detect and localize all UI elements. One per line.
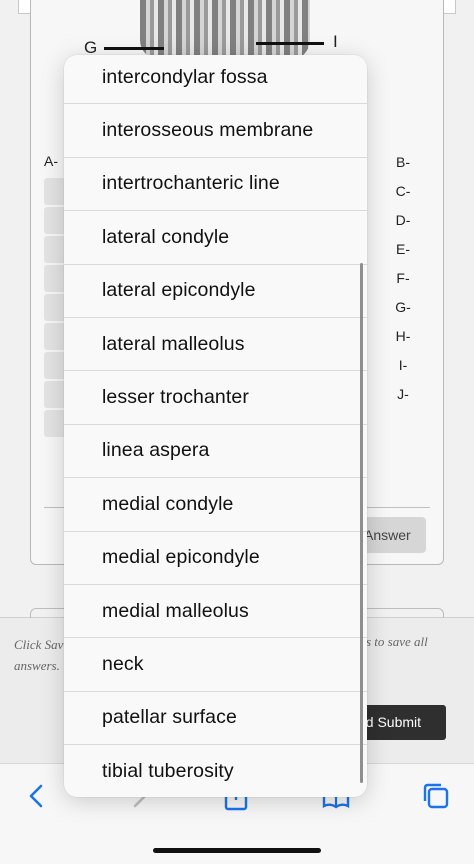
options-list: intercondylar fossa interosseous membran… bbox=[64, 55, 367, 797]
option-neck[interactable]: neck bbox=[64, 638, 367, 692]
figure-pointer-line bbox=[256, 42, 324, 45]
match-letter: H- bbox=[395, 328, 411, 344]
match-letter: J- bbox=[397, 386, 409, 402]
option-medial-malleolus[interactable]: medial malleolus bbox=[64, 585, 367, 639]
answer-dropdown-stack[interactable] bbox=[44, 178, 66, 439]
match-letters-right: B- C- D- E- F- G- H- I- J- bbox=[388, 152, 418, 413]
option-medial-condyle[interactable]: medial condyle bbox=[64, 478, 367, 532]
match-letter: F- bbox=[396, 270, 410, 286]
answer-dropdown[interactable] bbox=[44, 323, 66, 350]
home-indicator bbox=[153, 848, 321, 853]
figure-label-i: I bbox=[333, 32, 338, 51]
answer-dropdown[interactable] bbox=[44, 178, 66, 205]
save-instructions-tail: s to save all bbox=[366, 634, 428, 649]
option-medial-epicondyle[interactable]: medial epicondyle bbox=[64, 532, 367, 585]
figure-pointer-line bbox=[104, 47, 164, 50]
option-lateral-epicondyle[interactable]: lateral epicondyle bbox=[64, 265, 367, 318]
back-icon[interactable] bbox=[22, 780, 54, 812]
match-letter: D- bbox=[395, 212, 411, 228]
answer-dropdown[interactable] bbox=[44, 207, 66, 234]
answer-dropdown[interactable] bbox=[44, 352, 66, 379]
answer-dropdown[interactable] bbox=[44, 294, 66, 321]
dropdown-scrollbar[interactable] bbox=[360, 263, 363, 783]
option-interosseous-membrane[interactable]: interosseous membrane bbox=[64, 104, 367, 158]
bone-figure-image bbox=[140, 0, 310, 60]
match-letter: B- bbox=[396, 154, 410, 170]
answer-dropdown[interactable] bbox=[44, 381, 66, 408]
match-letter: E- bbox=[396, 241, 410, 257]
match-letter-a: A- bbox=[44, 153, 58, 169]
option-linea-aspera[interactable]: linea aspera bbox=[64, 425, 367, 479]
match-letter: I- bbox=[398, 357, 408, 373]
match-letter: G- bbox=[395, 299, 411, 315]
option-lateral-condyle[interactable]: lateral condyle bbox=[64, 211, 367, 265]
option-tibial-tuberosity[interactable]: tibial tuberosity bbox=[64, 745, 367, 797]
option-lesser-trochanter[interactable]: lesser trochanter bbox=[64, 371, 367, 425]
tabs-icon[interactable] bbox=[420, 780, 452, 812]
match-letter: C- bbox=[395, 183, 411, 199]
answer-dropdown[interactable] bbox=[44, 236, 66, 263]
answer-dropdown[interactable] bbox=[44, 410, 66, 437]
answer-dropdown[interactable] bbox=[44, 265, 66, 292]
option-intertrochanteric-line[interactable]: intertrochanteric line bbox=[64, 158, 367, 212]
option-lateral-malleolus[interactable]: lateral malleolus bbox=[64, 318, 367, 372]
option-intercondylar-fossa[interactable]: intercondylar fossa bbox=[64, 55, 367, 105]
option-patellar-surface[interactable]: patellar surface bbox=[64, 692, 367, 746]
options-dropdown[interactable]: intercondylar fossa interosseous membran… bbox=[64, 55, 367, 797]
